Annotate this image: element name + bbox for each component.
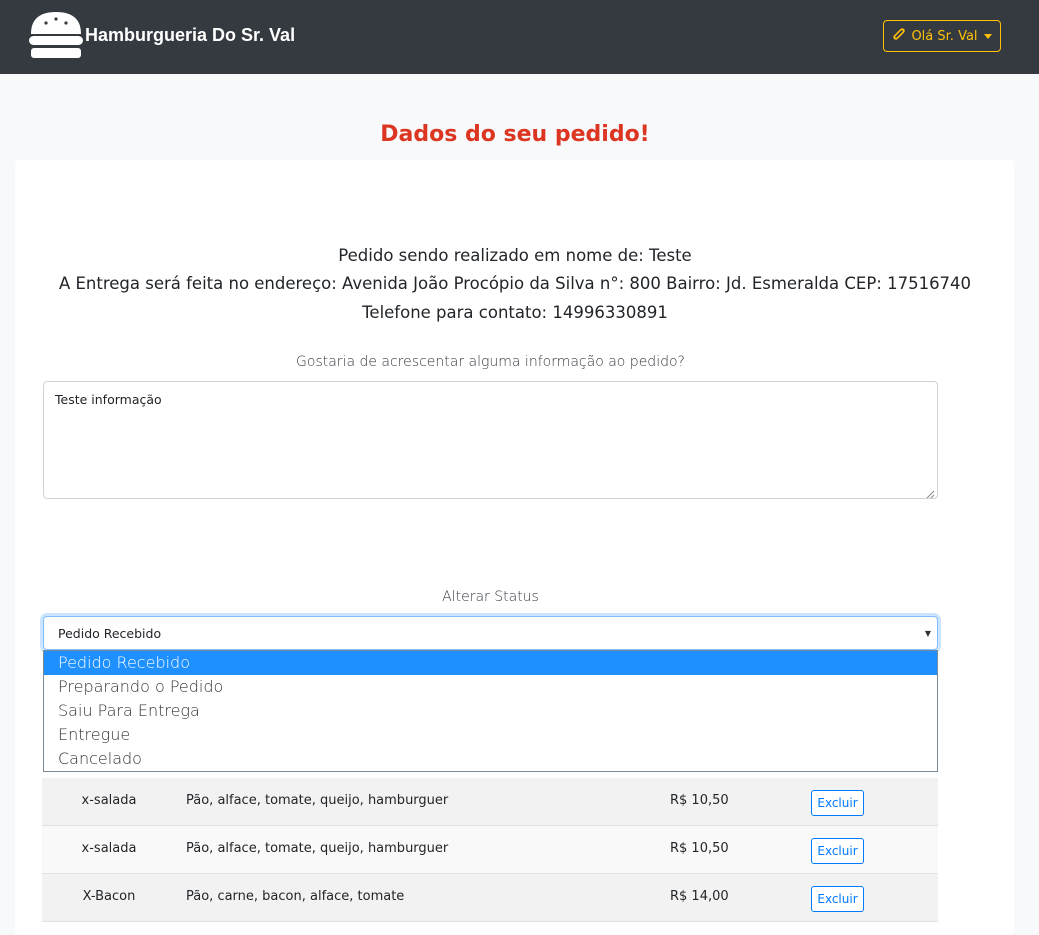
user-menu-label: Olá Sr. Val [911,28,978,44]
table-row: X-Bacon Pão, carne, bacon, alface, tomat… [42,874,938,922]
item-price: R$ 14,00 [670,889,729,904]
status-option[interactable]: Cancelado [44,747,937,771]
table-row: x-salada Pão, alface, tomate, queijo, ha… [42,826,938,874]
hotdog-icon [892,27,906,45]
extra-info-textarea[interactable]: Teste informação [43,381,938,499]
burger-icon [29,12,83,60]
order-phone-line: Telefone para contato: 14996330891 [362,303,668,322]
item-name: x-salada [81,793,137,808]
item-price: R$ 10,50 [670,793,729,808]
status-option[interactable]: Preparando o Pedido [44,675,937,699]
status-dropdown-list: Pedido Recebido Preparando o Pedido Saiu… [43,650,938,772]
delete-item-button[interactable]: Excluir [811,838,864,864]
dropdown-arrow-icon: ▼ [924,629,931,638]
order-name-line: Pedido sendo realizado em nome de: Teste [338,246,692,265]
extra-info-label: Gostaria de acrescentar alguma informaçã… [296,354,685,370]
status-label: Alterar Status [442,589,539,605]
brand[interactable]: Hamburgueria Do Sr. Val [29,12,295,60]
status-option[interactable]: Pedido Recebido [44,651,937,675]
delete-item-button[interactable]: Excluir [811,886,864,912]
table-row: x-salada Pão, alface, tomate, queijo, ha… [42,778,938,826]
extra-info-value: Teste informação [55,392,162,407]
item-name: x-salada [81,841,137,856]
item-description: Pão, alface, tomate, queijo, hamburguer [186,793,449,808]
navbar: Hamburgueria Do Sr. Val Olá Sr. Val [0,0,1039,74]
brand-name: Hamburgueria Do Sr. Val [85,25,296,45]
user-menu-button[interactable]: Olá Sr. Val [883,20,1001,52]
status-option[interactable]: Saiu Para Entrega [44,699,937,723]
page-title: Dados do seu pedido! [380,122,650,147]
item-price: R$ 10,50 [670,841,729,856]
status-option[interactable]: Entregue [44,723,937,747]
delete-item-button[interactable]: Excluir [811,790,864,816]
items-table: x-salada Pão, alface, tomate, queijo, ha… [42,778,938,922]
item-description: Pão, carne, bacon, alface, tomate [186,889,405,904]
status-selected-value: Pedido Recebido [58,626,162,641]
item-name: X-Bacon [82,889,136,904]
order-address-line: A Entrega será feita no endereço: Avenid… [58,274,972,293]
item-description: Pão, alface, tomate, queijo, hamburguer [186,841,449,856]
resize-handle-icon[interactable] [926,487,935,499]
status-select[interactable]: Pedido Recebido ▼ [43,616,938,650]
caret-down-icon [983,33,992,39]
